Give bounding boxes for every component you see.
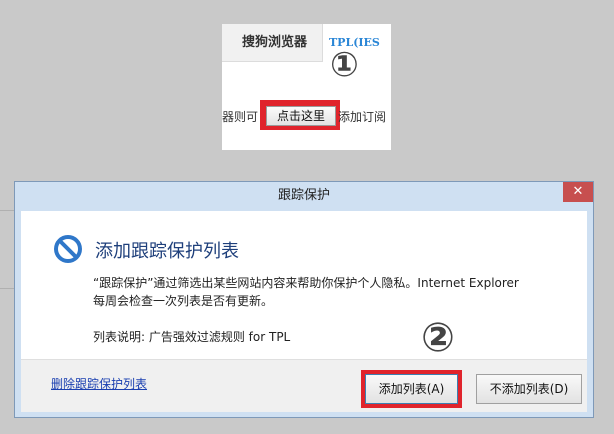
dialog-title: 跟踪保护 — [277, 188, 330, 203]
delete-list-link[interactable]: 删除跟踪保护列表 — [51, 375, 147, 392]
step-1-marker: ① — [330, 45, 359, 85]
tracking-protection-dialog: 跟踪保护 ✕ 添加跟踪保护列表 “跟踪保护”通过筛选出某些网站内容来帮助你保护个… — [14, 181, 594, 418]
step-2-marker: ② — [421, 315, 455, 361]
subscribe-row: 器则可 点击这里 添加订阅 — [222, 96, 391, 136]
background-divider — [0, 288, 14, 289]
do-not-add-button[interactable]: 不添加列表(D) — [476, 374, 582, 404]
dialog-footer: 删除跟踪保护列表 添加列表(A) 不添加列表(D) — [21, 359, 587, 412]
highlight-box-1: 点击这里 — [260, 100, 340, 130]
title-bar[interactable]: 跟踪保护 ✕ — [15, 182, 593, 210]
dialog-heading: 添加跟踪保护列表 — [95, 241, 239, 262]
list-description: 列表说明: 广告强效过滤规则 for TPL — [93, 330, 291, 344]
click-here-button[interactable]: 点击这里 — [266, 106, 336, 126]
snippet-right-text: 添加订阅 — [338, 110, 387, 124]
tab-bar: 搜狗浏览器 TPL(IES — [222, 24, 391, 62]
background-divider — [0, 210, 14, 211]
snippet-left-text: 器则可 — [222, 110, 259, 124]
dialog-content: 添加跟踪保护列表 “跟踪保护”通过筛选出某些网站内容来帮助你保护个人隐私。Int… — [21, 211, 587, 359]
block-icon — [54, 235, 82, 263]
highlight-box-2: 添加列表(A) — [361, 370, 462, 408]
browser-snippet: 搜狗浏览器 TPL(IES 器则可 点击这里 添加订阅 — [222, 24, 391, 150]
close-button[interactable]: ✕ — [563, 182, 593, 202]
add-list-button[interactable]: 添加列表(A) — [365, 374, 458, 404]
description-line-2: 每周会检查一次列表是否有更新。 — [93, 294, 274, 308]
tab-sogou[interactable]: 搜狗浏览器 — [222, 24, 323, 62]
description-line-1: “跟踪保护”通过筛选出某些网站内容来帮助你保护个人隐私。Internet Exp… — [93, 276, 519, 290]
